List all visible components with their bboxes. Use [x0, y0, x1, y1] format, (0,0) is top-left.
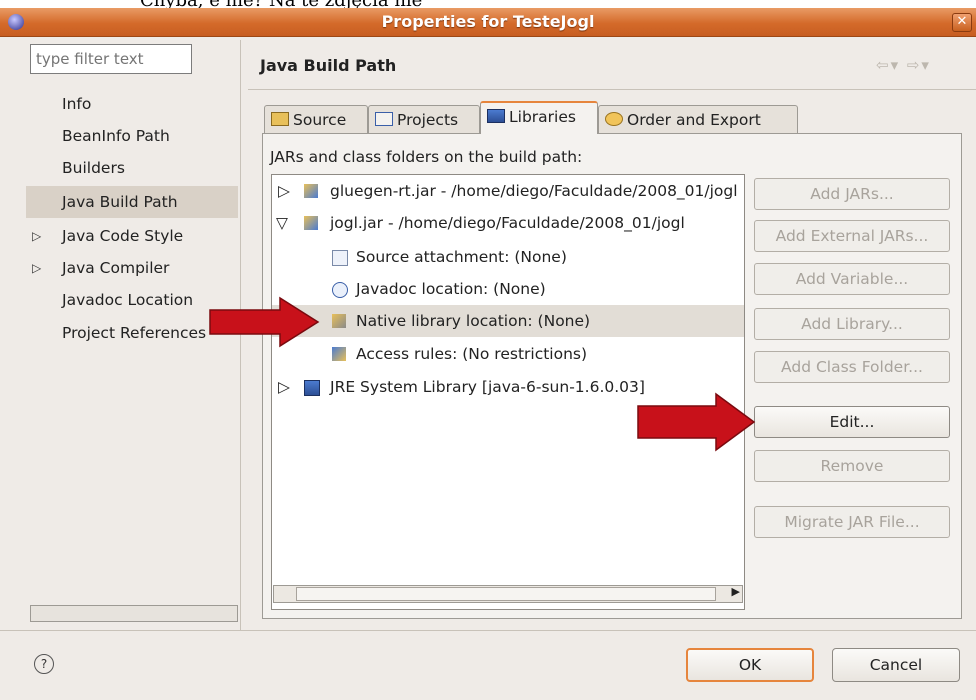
- tree-row-native-library[interactable]: Native library location: (None): [272, 305, 744, 337]
- tree-row-javadoc-location[interactable]: Javadoc location: (None): [272, 273, 744, 305]
- native-library-icon: [332, 314, 346, 328]
- source-attachment-icon: [332, 250, 348, 266]
- add-class-folder-button[interactable]: Add Class Folder...: [754, 351, 950, 383]
- jars-label: JARs and class folders on the build path…: [270, 148, 583, 166]
- collapse-triangle-icon[interactable]: ▽: [276, 207, 288, 239]
- tab-label: Libraries: [509, 108, 576, 126]
- projects-folder-icon: [375, 112, 393, 126]
- tree-row-jogl[interactable]: ▽ jogl.jar - /home/diego/Faculdade/2008_…: [272, 207, 744, 239]
- add-external-jars-button[interactable]: Add External JARs...: [754, 220, 950, 252]
- remove-button[interactable]: Remove: [754, 450, 950, 482]
- tree-row-label: JRE System Library [java-6-sun-1.6.0.03]: [330, 378, 645, 396]
- tree-row-source-attachment[interactable]: Source attachment: (None): [272, 241, 744, 273]
- jar-icon: [304, 184, 318, 198]
- tab-label: Projects: [397, 111, 459, 129]
- tree-row-label: Javadoc location: (None): [356, 280, 546, 298]
- page-title: Java Build Path: [260, 56, 397, 75]
- expand-triangle-icon[interactable]: ▷: [278, 175, 290, 207]
- tree-horizontal-scrollbar[interactable]: ▶: [273, 585, 743, 603]
- filter-input[interactable]: [30, 44, 192, 74]
- scrollbar-thumb[interactable]: [296, 587, 716, 601]
- expand-triangle-icon[interactable]: ▷: [278, 371, 290, 403]
- annotation-arrow-native-library: [209, 296, 320, 348]
- annotation-arrow-edit: [637, 392, 756, 452]
- nav-item-label: Java Compiler: [62, 259, 170, 277]
- nav-item-info[interactable]: Info: [26, 88, 238, 120]
- access-rules-icon: [332, 347, 346, 361]
- nav-item-java-build-path[interactable]: Java Build Path: [26, 186, 238, 218]
- header-separator: [248, 89, 976, 90]
- nav-item-javadoc-location[interactable]: Javadoc Location: [26, 284, 238, 316]
- tab-order-and-export[interactable]: Order and Export: [598, 105, 798, 133]
- title-bar[interactable]: Properties for TesteJogl ✕: [0, 8, 976, 37]
- nav-item-label: Builders: [62, 159, 125, 177]
- libraries-icon: [487, 109, 505, 123]
- footer-separator: [0, 630, 976, 631]
- library-icon: [304, 380, 320, 396]
- add-variable-button[interactable]: Add Variable...: [754, 263, 950, 295]
- tree-row-label: jogl.jar - /home/diego/Faculdade/2008_01…: [330, 214, 685, 232]
- tab-projects[interactable]: Projects: [368, 105, 480, 133]
- tree-row-label: gluegen-rt.jar - /home/diego/Faculdade/2…: [330, 182, 738, 200]
- tab-label: Order and Export: [627, 111, 761, 129]
- migrate-jar-button[interactable]: Migrate JAR File...: [754, 506, 950, 538]
- tree-row-label: Source attachment: (None): [356, 248, 567, 266]
- jar-icon: [304, 216, 318, 230]
- cancel-button[interactable]: Cancel: [832, 648, 960, 682]
- back-forward-arrows-icon[interactable]: ⇦▾ ⇨▾: [876, 56, 931, 74]
- tab-libraries[interactable]: Libraries: [480, 101, 598, 134]
- nav-item-beaninfo-path[interactable]: BeanInfo Path: [26, 120, 238, 152]
- close-button[interactable]: ✕: [952, 13, 972, 32]
- nav-item-builders[interactable]: Builders: [26, 152, 238, 184]
- nav-horizontal-scrollbar[interactable]: [30, 605, 238, 622]
- tab-label: Source: [293, 111, 347, 129]
- nav-item-label: Java Code Style: [62, 227, 184, 245]
- expand-triangle-icon[interactable]: ▷: [32, 220, 41, 252]
- nav-item-label: Project References: [62, 324, 207, 342]
- ok-button[interactable]: OK: [686, 648, 814, 682]
- order-export-icon: [605, 112, 623, 126]
- nav-item-label: Java Build Path: [62, 193, 178, 211]
- tree-row-access-rules[interactable]: Access rules: (No restrictions): [272, 338, 744, 370]
- tree-row-gluegen[interactable]: ▷ gluegen-rt.jar - /home/diego/Faculdade…: [272, 175, 744, 207]
- nav-item-java-code-style[interactable]: ▷ Java Code Style: [26, 220, 238, 252]
- nav-item-label: Javadoc Location: [62, 291, 194, 309]
- expand-triangle-icon[interactable]: ▷: [32, 252, 41, 284]
- window-title: Properties for TesteJogl: [381, 12, 595, 31]
- scroll-right-icon[interactable]: ▶: [732, 585, 740, 598]
- add-jars-button[interactable]: Add JARs...: [754, 178, 950, 210]
- tab-source[interactable]: Source: [264, 105, 368, 133]
- source-folder-icon: [271, 112, 289, 126]
- help-icon[interactable]: ?: [34, 654, 54, 674]
- edit-button[interactable]: Edit...: [754, 406, 950, 438]
- tree-row-label: Native library location: (None): [356, 312, 591, 330]
- javadoc-at-icon: [332, 282, 348, 298]
- nav-item-label: Info: [62, 95, 92, 113]
- nav-item-java-compiler[interactable]: ▷ Java Compiler: [26, 252, 238, 284]
- nav-item-project-references[interactable]: Project References: [26, 317, 238, 349]
- tree-row-label: Access rules: (No restrictions): [356, 345, 588, 363]
- add-library-button[interactable]: Add Library...: [754, 308, 950, 340]
- nav-item-label: BeanInfo Path: [62, 127, 170, 145]
